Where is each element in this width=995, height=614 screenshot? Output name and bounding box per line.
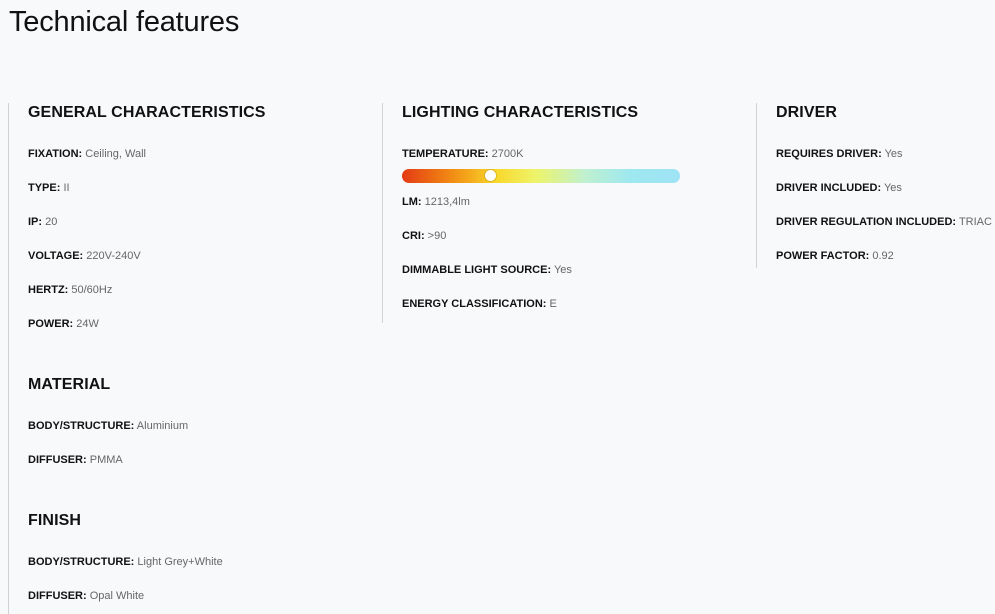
spec-value: 1213,4lm [424,196,470,208]
spec-key: BODY/STRUCTURE: [28,556,135,568]
general-column: GENERAL CHARACTERISTICS FIXATION: Ceilin… [8,103,382,614]
spec-row-material-diffuser: DIFFUSER: PMMA [28,453,382,467]
section-title-finish: FINISH [28,512,82,529]
finish-section: FINISH BODY/STRUCTURE: Light Grey+White … [28,511,382,603]
spec-value: Light Grey+White [137,556,223,568]
spec-row-finish-diffuser: DIFFUSER: Opal White [28,589,382,603]
spec-key: REQUIRES DRIVER: [776,148,882,160]
lighting-spec-list: TEMPERATURE: 2700K LM: 1213,4lm CRI: >90… [402,147,756,311]
spec-key: HERTZ: [28,284,69,296]
spec-key: DIFFUSER: [28,590,87,602]
spec-key: POWER FACTOR: [776,250,870,262]
finish-spec-list: BODY/STRUCTURE: Light Grey+White DIFFUSE… [28,555,382,603]
spec-key: ENERGY CLASSIFICATION: [402,298,547,310]
spec-key: DIFFUSER: [28,454,87,466]
spec-row-ip: IP: 20 [28,215,382,229]
spec-row-temperature: TEMPERATURE: 2700K [402,147,756,161]
spec-value: 24W [76,318,99,330]
spec-row-type: TYPE: II [28,181,382,195]
spec-key: VOLTAGE: [28,250,84,262]
spec-value: 20 [45,216,58,228]
spec-row-power: POWER: 24W [28,317,382,331]
spec-key: FIXATION: [28,148,83,160]
spec-key: DIMMABLE LIGHT SOURCE: [402,264,552,276]
spec-key: TYPE: [28,182,61,194]
section-title-general: GENERAL CHARACTERISTICS [28,104,266,121]
general-spec-list: FIXATION: Ceiling, Wall TYPE: II IP: 20 … [28,147,382,331]
spec-value: 0.92 [872,250,894,262]
spec-value: Yes [884,148,903,160]
spec-key: BODY/STRUCTURE: [28,420,135,432]
general-section: GENERAL CHARACTERISTICS FIXATION: Ceilin… [28,103,382,331]
driver-spec-list: REQUIRES DRIVER: Yes DRIVER INCLUDED: Ye… [776,147,995,263]
spec-key: DRIVER INCLUDED: [776,182,882,194]
color-temperature-scale [402,169,680,183]
spec-key: LM: [402,196,422,208]
material-spec-list: BODY/STRUCTURE: Aluminium DIFFUSER: PMMA [28,419,382,467]
spec-row-lumen: LM: 1213,4lm [402,195,756,209]
spec-value: TRIAC L [958,216,995,228]
spec-row-power-factor: POWER FACTOR: 0.92 [776,249,995,263]
spec-row-cri: CRI: >90 [402,229,756,243]
color-temperature-marker [485,170,496,181]
spec-value: 2700K [491,148,524,160]
spec-key: IP: [28,216,43,228]
spec-row-driver-included: DRIVER INCLUDED: Yes [776,181,995,195]
spec-value: >90 [427,230,447,242]
spec-row-fixation: FIXATION: Ceiling, Wall [28,147,382,161]
spec-value: II [63,182,70,194]
spec-value: Opal White [89,590,145,602]
page-title: Technical features [9,6,240,38]
section-title-driver: DRIVER [776,104,838,121]
spec-row-voltage: VOLTAGE: 220V-240V [28,249,382,263]
spec-row-driver-regulation: DRIVER REGULATION INCLUDED: TRIAC L [776,215,995,229]
material-section: MATERIAL BODY/STRUCTURE: Aluminium DIFFU… [28,375,382,467]
spec-value: Yes [553,264,572,276]
spec-key: CRI: [402,230,425,242]
spec-key: TEMPERATURE: [402,148,489,160]
spec-row-finish-body: BODY/STRUCTURE: Light Grey+White [28,555,382,569]
spec-key: DRIVER REGULATION INCLUDED: [776,216,957,228]
spec-row-dimmable: DIMMABLE LIGHT SOURCE: Yes [402,263,756,277]
spec-value: PMMA [89,454,123,466]
spec-row-energy-class: ENERGY CLASSIFICATION: E [402,297,756,311]
lighting-column: LIGHTING CHARACTERISTICS TEMPERATURE: 27… [382,103,756,323]
spec-value: Ceiling, Wall [85,148,146,160]
section-title-lighting: LIGHTING CHARACTERISTICS [402,104,639,121]
spec-row-material-body: BODY/STRUCTURE: Aluminium [28,419,382,433]
spec-value: Aluminium [136,420,189,432]
spec-value: E [549,298,557,310]
spec-value: 220V-240V [86,250,141,262]
spec-key: POWER: [28,318,74,330]
spec-row-hertz: HERTZ: 50/60Hz [28,283,382,297]
driver-column: DRIVER REQUIRES DRIVER: Yes DRIVER INCLU… [756,103,995,268]
spec-value: 50/60Hz [71,284,113,296]
spec-value: Yes [883,182,902,194]
section-title-material: MATERIAL [28,376,111,393]
spec-row-requires-driver: REQUIRES DRIVER: Yes [776,147,995,161]
